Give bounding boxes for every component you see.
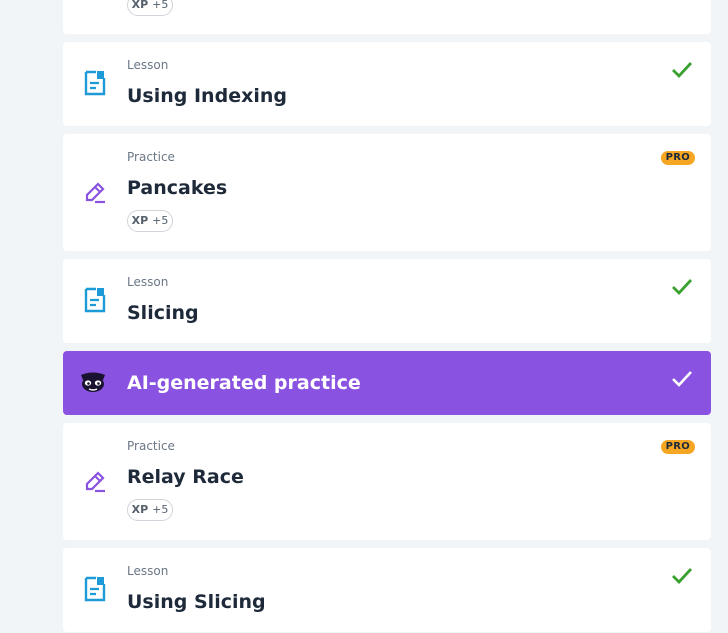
item-title: AI-generated practice bbox=[127, 372, 361, 394]
item-kind: Practice bbox=[127, 439, 175, 453]
item-kind: Lesson bbox=[127, 275, 169, 289]
lesson-icon bbox=[84, 70, 106, 96]
check-icon bbox=[672, 279, 693, 296]
list-item[interactable]: Lesson Using Slicing bbox=[63, 548, 711, 632]
item-kind: Practice bbox=[127, 150, 175, 164]
list-item[interactable]: Lesson Using Indexing bbox=[63, 42, 711, 126]
item-kind: Lesson bbox=[127, 58, 169, 72]
check-icon bbox=[672, 568, 693, 585]
list-item-partial[interactable]: XP +5 bbox=[63, 0, 711, 34]
xp-badge: XP +5 bbox=[127, 499, 173, 521]
item-kind: Lesson bbox=[127, 564, 169, 578]
xp-badge: XP +5 bbox=[127, 210, 173, 232]
item-title: Slicing bbox=[127, 302, 199, 324]
item-title: Using Indexing bbox=[127, 85, 287, 107]
check-icon bbox=[672, 62, 693, 79]
list-item[interactable]: Practice Relay Race XP +5 PRO bbox=[63, 423, 711, 540]
pro-badge: PRO bbox=[660, 151, 695, 165]
item-title: Pancakes bbox=[127, 177, 228, 199]
xp-badge: XP +5 bbox=[127, 0, 173, 16]
item-title: Relay Race bbox=[127, 466, 244, 488]
ai-mascot-icon bbox=[81, 372, 105, 392]
lesson-icon bbox=[84, 576, 106, 602]
pencil-icon bbox=[85, 471, 105, 493]
ai-practice-item[interactable]: AI-generated practice bbox=[63, 351, 711, 415]
list-item[interactable]: Practice Pancakes XP +5 PRO bbox=[63, 134, 711, 251]
pro-badge: PRO bbox=[660, 440, 695, 454]
list-item[interactable]: Lesson Slicing bbox=[63, 259, 711, 343]
lesson-icon bbox=[84, 287, 106, 313]
check-icon bbox=[672, 371, 692, 387]
pencil-icon bbox=[85, 182, 105, 204]
item-title: Using Slicing bbox=[127, 591, 266, 613]
